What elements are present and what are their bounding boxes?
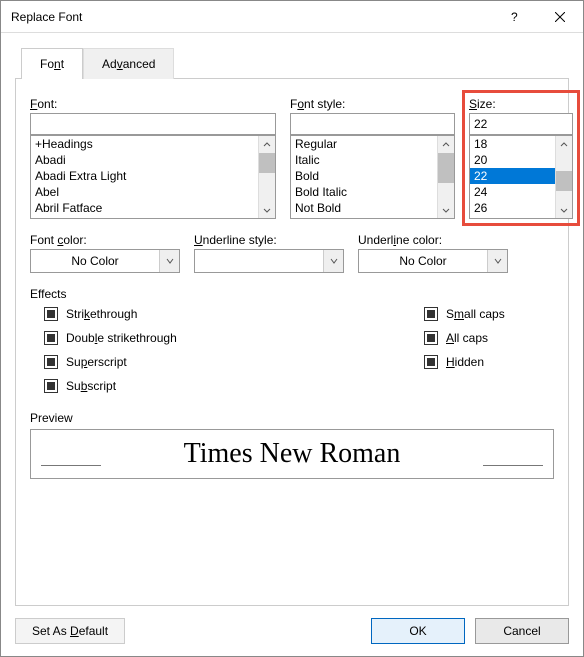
- font-color-label: Font color:: [30, 233, 180, 247]
- checkbox-strikethrough[interactable]: Strikethrough: [44, 307, 424, 321]
- list-item[interactable]: Not Bold: [291, 200, 437, 216]
- list-item[interactable]: 20: [470, 152, 555, 168]
- scroll-thumb[interactable]: [438, 153, 454, 183]
- close-button[interactable]: [537, 1, 583, 33]
- preview-label: Preview: [30, 411, 554, 425]
- window-title: Replace Font: [11, 10, 491, 24]
- list-item[interactable]: 26: [470, 200, 555, 216]
- svg-text:?: ?: [511, 12, 518, 22]
- list-item[interactable]: +Headings: [31, 136, 258, 152]
- list-item[interactable]: Regular: [291, 136, 437, 152]
- cancel-button[interactable]: Cancel: [475, 618, 569, 644]
- scrollbar[interactable]: [258, 136, 275, 218]
- list-item[interactable]: Abadi: [31, 152, 258, 168]
- list-item[interactable]: Abadi Extra Light: [31, 168, 258, 184]
- list-item[interactable]: 24: [470, 184, 555, 200]
- font-input[interactable]: [30, 113, 276, 135]
- tab-bar: Font Advanced: [1, 33, 583, 78]
- scroll-up-icon[interactable]: [438, 136, 454, 153]
- ok-button[interactable]: OK: [371, 618, 465, 644]
- set-as-default-button: Set As Default: [15, 618, 125, 644]
- size-highlight: Size: 18 20 22 24 26: [462, 90, 580, 226]
- preview-line: [41, 465, 101, 466]
- tab-font[interactable]: Font: [21, 48, 83, 79]
- scroll-thumb[interactable]: [259, 153, 275, 173]
- tab-advanced[interactable]: Advanced: [83, 48, 174, 79]
- size-listbox[interactable]: 18 20 22 24 26: [469, 135, 573, 219]
- checkbox-superscript[interactable]: Superscript: [44, 355, 424, 369]
- underline-color-combo[interactable]: No Color: [358, 249, 508, 273]
- scroll-down-icon[interactable]: [438, 201, 454, 218]
- checkbox-small-caps[interactable]: Small caps: [424, 307, 505, 321]
- underline-color-label: Underline color:: [358, 233, 508, 247]
- font-style-input[interactable]: [290, 113, 455, 135]
- list-item[interactable]: Abel: [31, 184, 258, 200]
- list-item[interactable]: 18: [470, 136, 555, 152]
- list-item[interactable]: Abril Fatface: [31, 200, 258, 216]
- checkbox-all-caps[interactable]: All caps: [424, 331, 505, 345]
- chevron-down-icon: [159, 250, 179, 272]
- dialog-footer: Set As Default OK Cancel: [1, 606, 583, 656]
- list-item[interactable]: Bold: [291, 168, 437, 184]
- font-style-listbox[interactable]: Regular Italic Bold Bold Italic Not Bold: [290, 135, 455, 219]
- preview-line: [483, 465, 543, 466]
- checkbox-hidden[interactable]: Hidden: [424, 355, 505, 369]
- list-item[interactable]: Italic: [291, 152, 437, 168]
- replace-font-dialog: Replace Font ? Font Advanced Font: +Head…: [0, 0, 584, 657]
- checkbox-subscript[interactable]: Subscript: [44, 379, 424, 393]
- list-item[interactable]: 22: [470, 168, 555, 184]
- size-input[interactable]: [469, 113, 573, 135]
- chevron-down-icon: [487, 250, 507, 272]
- underline-style-label: Underline style:: [194, 233, 344, 247]
- tab-panel: Font: +Headings Abadi Abadi Extra Light …: [15, 78, 569, 606]
- underline-style-combo[interactable]: [194, 249, 344, 273]
- list-item[interactable]: Bold Italic: [291, 184, 437, 200]
- help-button[interactable]: ?: [491, 1, 537, 33]
- scroll-thumb[interactable]: [556, 171, 572, 191]
- preview-box: Times New Roman: [30, 429, 554, 479]
- font-label: Font:: [30, 97, 276, 111]
- font-color-combo[interactable]: No Color: [30, 249, 180, 273]
- chevron-down-icon: [323, 250, 343, 272]
- scrollbar[interactable]: [555, 136, 572, 218]
- font-listbox[interactable]: +Headings Abadi Abadi Extra Light Abel A…: [30, 135, 276, 219]
- scroll-up-icon[interactable]: [259, 136, 275, 153]
- font-style-label: Font style:: [290, 97, 455, 111]
- scrollbar[interactable]: [437, 136, 454, 218]
- titlebar: Replace Font ?: [1, 1, 583, 33]
- scroll-up-icon[interactable]: [556, 136, 572, 153]
- scroll-down-icon[interactable]: [556, 201, 572, 218]
- preview-text: Times New Roman: [184, 438, 401, 470]
- effects-label: Effects: [30, 287, 554, 301]
- scroll-down-icon[interactable]: [259, 201, 275, 218]
- checkbox-double-strikethrough[interactable]: Double strikethrough: [44, 331, 424, 345]
- size-label: Size:: [469, 97, 573, 111]
